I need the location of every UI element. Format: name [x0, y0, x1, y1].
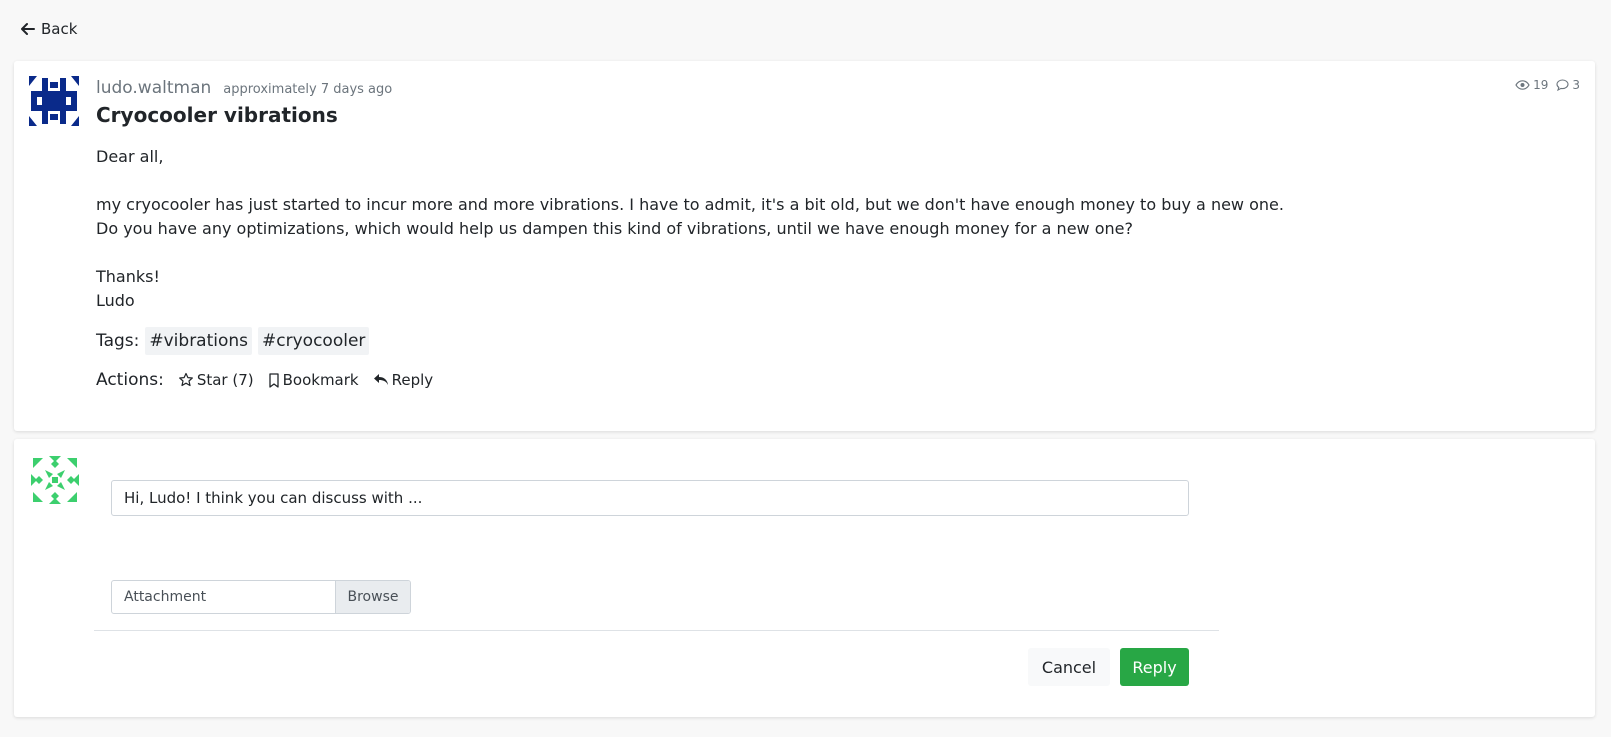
- reply-card: Attachment Browse Cancel Reply: [14, 439, 1595, 717]
- actions-label: Actions:: [96, 370, 164, 390]
- post-meta: ludo.waltman approximately 7 days ago: [96, 78, 392, 98]
- eye-icon: [1515, 80, 1530, 90]
- arrow-left-icon: [21, 23, 35, 35]
- views-count: 19: [1533, 78, 1549, 92]
- tag-vibrations[interactable]: #vibrations: [145, 327, 253, 355]
- divider: [94, 630, 1219, 631]
- post-stats: 19 3: [1515, 78, 1580, 92]
- star-icon: [178, 372, 193, 387]
- star-button[interactable]: Star (7): [178, 371, 254, 389]
- author-name[interactable]: ludo.waltman: [96, 78, 211, 98]
- attachment-placeholder[interactable]: Attachment: [112, 581, 335, 613]
- comments-stat: 3: [1556, 78, 1580, 92]
- back-link[interactable]: Back: [21, 20, 77, 38]
- post-title: Cryocooler vibrations: [96, 103, 338, 127]
- bookmark-icon: [268, 372, 279, 388]
- post-card: ludo.waltman approximately 7 days ago 19…: [14, 61, 1595, 431]
- cancel-button[interactable]: Cancel: [1028, 648, 1110, 686]
- comments-count: 3: [1572, 78, 1580, 92]
- author-avatar: [29, 76, 79, 130]
- attachment-field[interactable]: Attachment Browse: [111, 580, 411, 614]
- browse-button[interactable]: Browse: [335, 581, 410, 613]
- tag-cryocooler[interactable]: #cryocooler: [258, 327, 370, 355]
- reply-submit-button[interactable]: Reply: [1120, 648, 1189, 686]
- bookmark-label: Bookmark: [282, 371, 359, 389]
- tags-row: Tags: #vibrations #cryocooler: [96, 327, 370, 355]
- post-body: Dear all, my cryocooler has just started…: [96, 145, 1396, 313]
- star-label: Star (7): [196, 371, 254, 389]
- post-time: approximately 7 days ago: [223, 82, 393, 97]
- views-stat: 19: [1515, 78, 1548, 92]
- comment-icon: [1556, 79, 1569, 91]
- reply-input[interactable]: [111, 480, 1189, 516]
- reply-action-button[interactable]: Reply: [373, 371, 434, 389]
- reply-icon: [373, 374, 388, 385]
- back-label: Back: [41, 20, 78, 38]
- actions-row: Actions: Star (7) Bookmark Reply: [96, 370, 433, 390]
- reply-action-label: Reply: [391, 371, 434, 389]
- bookmark-button[interactable]: Bookmark: [268, 371, 359, 389]
- user-avatar: [29, 454, 81, 510]
- tags-label: Tags:: [96, 331, 140, 351]
- post-body-text: Dear all, my cryocooler has just started…: [96, 147, 1284, 310]
